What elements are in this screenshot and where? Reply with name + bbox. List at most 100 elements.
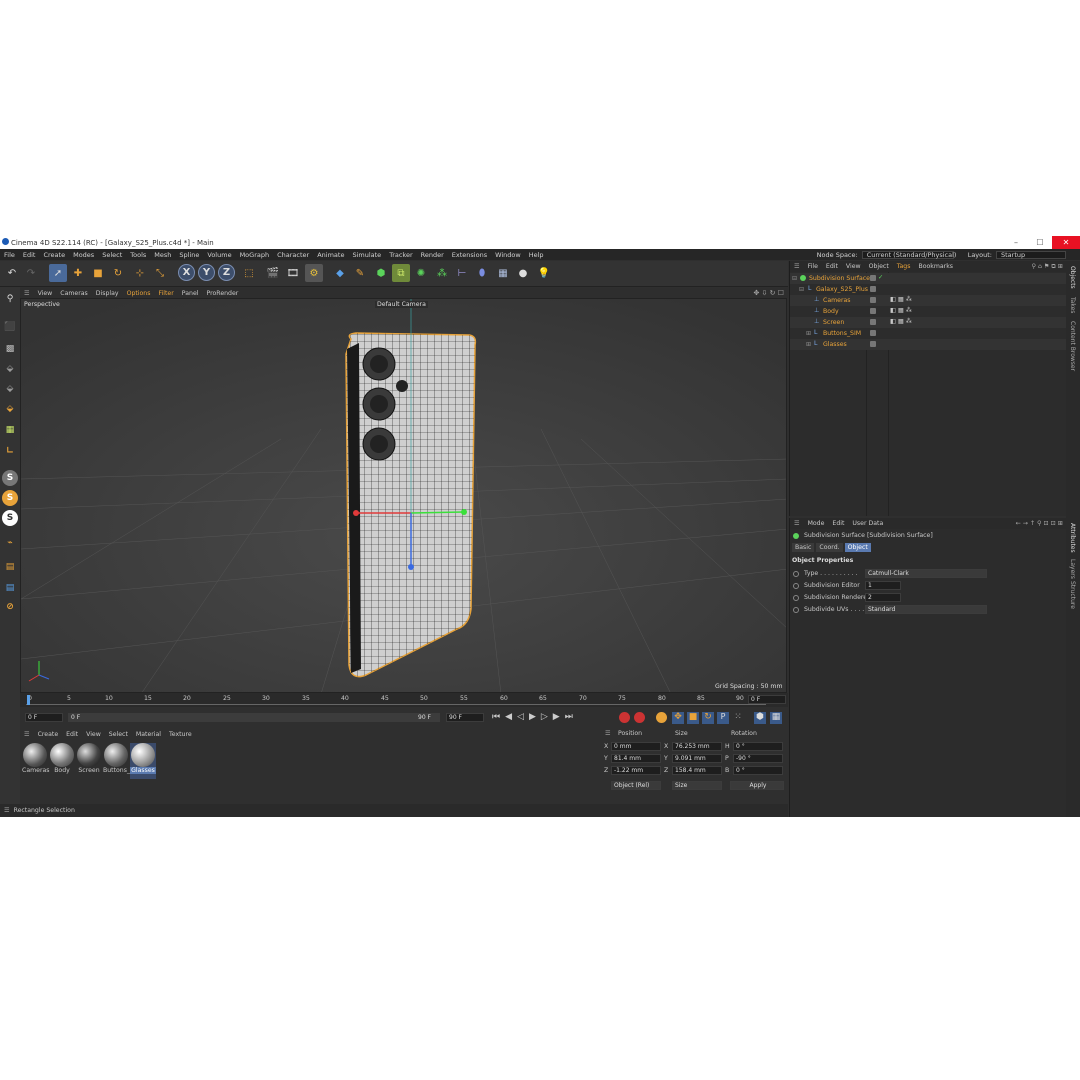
object-row[interactable]: ⊥ Body ◧ ▦ ⁂ <box>790 306 1067 317</box>
viewport-menu-panel[interactable]: Panel <box>178 290 203 297</box>
menu-render[interactable]: Render <box>417 251 448 259</box>
visibility-toggle[interactable] <box>870 341 876 347</box>
key-parameter-icon[interactable]: P <box>717 712 729 724</box>
menu-animate[interactable]: Animate <box>313 251 348 259</box>
coords-menu-icon[interactable]: ☰ <box>605 730 611 737</box>
menu-simulate[interactable]: Simulate <box>348 251 385 259</box>
snap-icon[interactable]: S <box>2 470 18 486</box>
side-tab-objects[interactable]: Objects <box>1069 266 1076 289</box>
timeline-icon[interactable]: ⬢ <box>754 712 766 724</box>
workplane-snap-icon[interactable]: S <box>2 490 18 506</box>
rotation-p-field[interactable]: -90 ° <box>733 754 783 763</box>
maximize-icon[interactable]: ☐ <box>1028 236 1052 249</box>
side-tab-takes[interactable]: Takes <box>1069 297 1076 313</box>
node-space-select[interactable]: Current (Standard/Physical) <box>861 250 956 259</box>
render-settings-icon[interactable]: ⚙ <box>305 264 323 282</box>
viewport-menu-icon[interactable]: ☰ <box>20 290 34 297</box>
field-icon[interactable]: ⁂ <box>433 264 451 282</box>
keyframe-dot[interactable] <box>793 583 799 589</box>
tweak-mode-icon[interactable]: ⌁ <box>2 535 18 551</box>
side-tab-structure[interactable]: Structure <box>1069 581 1076 609</box>
attribute-menu-edit[interactable]: Edit <box>828 520 848 527</box>
menu-window[interactable]: Window <box>491 251 525 259</box>
range-slider[interactable]: 0 F 90 F <box>68 713 440 722</box>
cloner-icon[interactable]: ⧉ <box>392 264 410 282</box>
transform-tool-icon[interactable]: ⊹ <box>131 264 149 282</box>
material-menu-view[interactable]: View <box>82 731 105 738</box>
menu-mograph[interactable]: MoGraph <box>236 251 274 259</box>
workplane-icon[interactable]: ▤ <box>2 559 18 575</box>
material-menu-icon[interactable]: ☰ <box>20 731 34 738</box>
coordinate-system-icon[interactable]: ⬚ <box>240 264 258 282</box>
keyframe-dot[interactable] <box>793 571 799 577</box>
visibility-toggle[interactable] <box>870 308 876 314</box>
render-picture-viewer-icon[interactable]: 🎞 <box>284 264 302 282</box>
visibility-toggle[interactable] <box>870 319 876 325</box>
x-axis-lock-icon[interactable]: X <box>178 264 195 281</box>
autokey-icon[interactable] <box>634 712 645 723</box>
attribute-menu-mode[interactable]: Mode <box>804 520 829 527</box>
material-tags-icon[interactable]: ◧ ▦ ⁂ <box>890 296 912 303</box>
viewport-menu-options[interactable]: Options <box>123 290 155 297</box>
viewport-menu-view[interactable]: View <box>34 290 57 297</box>
subdivision-editor-field[interactable]: 1 <box>865 581 901 590</box>
material-menu-texture[interactable]: Texture <box>165 731 196 738</box>
object-menu-view[interactable]: View <box>842 263 865 270</box>
object-row[interactable]: ⊞ L Buttons_SIM <box>790 328 1067 339</box>
move-tool-icon[interactable]: ✚ <box>69 264 87 282</box>
visibility-toggle[interactable] <box>870 330 876 336</box>
key-scale-icon[interactable]: ■ <box>687 712 699 724</box>
menu-help[interactable]: Help <box>525 251 548 259</box>
keyframe-dot[interactable] <box>793 595 799 601</box>
playhead[interactable] <box>27 695 30 705</box>
apply-button[interactable]: Apply <box>730 781 784 790</box>
close-icon[interactable]: ✕ <box>1052 236 1080 249</box>
z-axis-lock-icon[interactable]: Z <box>218 264 235 281</box>
object-row[interactable]: ⊥ Screen ◧ ▦ ⁂ <box>790 317 1067 328</box>
end-frame-field[interactable]: 90 F <box>446 713 484 722</box>
position-x-field[interactable]: 0 mm <box>611 742 661 751</box>
material-screen[interactable]: Screen <box>76 743 102 779</box>
material-tags-icon[interactable]: ◧ ▦ ⁂ <box>890 307 912 314</box>
material-buttons[interactable]: Buttons_ <box>103 743 130 779</box>
menu-character[interactable]: Character <box>273 251 313 259</box>
side-tab-attributes[interactable]: Attributes <box>1069 523 1076 553</box>
object-row[interactable]: ⊥ Cameras ◧ ▦ ⁂ <box>790 295 1067 306</box>
scene-icon[interactable]: ⊢ <box>453 264 471 282</box>
type-select[interactable]: Catmull-Clark <box>865 569 987 578</box>
light-icon[interactable]: 💡 <box>535 264 553 282</box>
model-mode-icon[interactable]: ⬛ <box>2 319 18 335</box>
enabled-check-icon[interactable]: ✓ <box>878 274 883 281</box>
locked-workplane-icon[interactable]: ▤ <box>2 580 18 596</box>
menu-create[interactable]: Create <box>39 251 69 259</box>
rotate-tool-icon[interactable]: ↻ <box>109 264 127 282</box>
size-z-field[interactable]: 158.4 mm <box>672 766 722 775</box>
rotation-b-field[interactable]: 0 ° <box>733 766 783 775</box>
quantize-icon[interactable]: S <box>2 510 18 526</box>
object-row[interactable]: ⊟ L Galaxy_S25_Plus <box>790 284 1067 295</box>
start-frame-field[interactable]: 0 F <box>25 713 63 722</box>
pen-spline-icon[interactable]: ✎ <box>351 264 369 282</box>
tab-object[interactable]: Object <box>844 543 871 552</box>
fcurve-icon[interactable]: ▦ <box>770 712 782 724</box>
menu-tracker[interactable]: Tracker <box>385 251 416 259</box>
material-menu-material[interactable]: Material <box>132 731 165 738</box>
minimize-icon[interactable]: – <box>1004 236 1028 249</box>
object-menu-icon[interactable]: ☰ <box>790 263 804 270</box>
menu-select[interactable]: Select <box>98 251 126 259</box>
viewport-menu-filter[interactable]: Filter <box>154 290 177 297</box>
keyframe-selection-icon[interactable] <box>656 712 667 723</box>
edges-mode-icon[interactable]: ⬙ <box>2 381 18 397</box>
material-body[interactable]: Body <box>49 743 75 779</box>
redo-icon[interactable]: ↷ <box>22 264 40 282</box>
record-icon[interactable] <box>619 712 630 723</box>
material-glasses[interactable]: Glasses <box>130 743 156 779</box>
viewport-3d[interactable]: Perspective Default Camera Grid Spacing … <box>20 298 787 693</box>
select-tool-icon[interactable]: ➚ <box>49 264 67 282</box>
current-frame-field[interactable]: 0 F <box>748 695 786 704</box>
undo-icon[interactable]: ↶ <box>3 264 21 282</box>
viewport-menu-cameras[interactable]: Cameras <box>56 290 92 297</box>
object-menu-bookmarks[interactable]: Bookmarks <box>914 263 957 270</box>
points-mode-icon[interactable]: ⬙ <box>2 361 18 377</box>
menu-modes[interactable]: Modes <box>69 251 98 259</box>
